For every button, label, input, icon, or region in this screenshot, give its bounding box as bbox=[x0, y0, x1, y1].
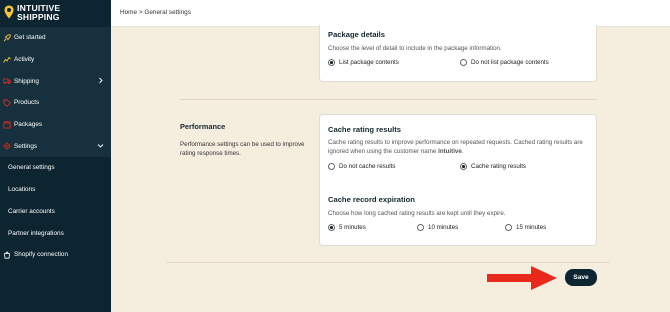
breadcrumb-home-link[interactable]: Home bbox=[120, 9, 137, 16]
radio-button[interactable] bbox=[328, 163, 335, 170]
brand-line2: SHIPPING bbox=[17, 12, 60, 22]
radio-label: List package contents bbox=[339, 59, 399, 66]
sidebar-item-label: Packages bbox=[14, 121, 43, 129]
radio-button[interactable] bbox=[460, 59, 467, 66]
radio-button[interactable] bbox=[505, 224, 512, 231]
breadcrumb-separator: > bbox=[138, 9, 143, 16]
red-arrow-annotation bbox=[487, 266, 557, 290]
cache-expiration-title: Cache record expiration bbox=[328, 195, 415, 204]
chevron-down-icon bbox=[97, 144, 104, 149]
box-icon bbox=[3, 120, 11, 128]
sidebar-item-label: Products bbox=[14, 99, 40, 107]
description-period: . bbox=[461, 148, 464, 155]
radio-label: Cache rating results bbox=[471, 163, 527, 170]
brand-name: INTUITIVE SHIPPING bbox=[17, 4, 60, 22]
sidebar-item-label: Shipping bbox=[14, 77, 39, 85]
sidebar-item-shopify-connection[interactable]: Shopify connection bbox=[0, 243, 111, 266]
chevron-right-icon bbox=[99, 78, 103, 84]
radio-cache-rating-results[interactable]: Cache rating results bbox=[460, 163, 526, 170]
radio-10-minutes[interactable]: 10 minutes bbox=[417, 224, 458, 231]
sidebar-item-label: Partner integrations bbox=[8, 229, 64, 237]
cache-rating-description: Cache rating results to improve performa… bbox=[328, 138, 593, 156]
save-button[interactable]: Save bbox=[565, 269, 597, 286]
sidebar-item-label: Get started bbox=[14, 34, 46, 42]
sidebar-item-activity[interactable]: Activity bbox=[0, 48, 111, 71]
sidebar: INTUITIVE SHIPPING Get started Activity … bbox=[0, 0, 111, 312]
radio-do-not-list-package-contents[interactable]: Do not list package contents bbox=[460, 59, 549, 66]
performance-section-description: Performance settings can be used to impr… bbox=[180, 141, 305, 157]
shopify-icon bbox=[4, 251, 10, 259]
sidebar-nav: Get started Activity Shipping Products P… bbox=[0, 27, 111, 266]
location-pin-icon bbox=[4, 5, 14, 19]
sidebar-item-label: Shopify connection bbox=[14, 251, 69, 259]
customer-name: Intuitive bbox=[438, 148, 462, 155]
cache-expiration-description: Choose how long cached rating results ar… bbox=[328, 210, 506, 217]
tag-icon bbox=[3, 99, 11, 107]
sidebar-item-general-settings[interactable]: General settings bbox=[0, 157, 111, 179]
radio-label: Do not cache results bbox=[339, 163, 396, 170]
cache-settings-card: Cache rating results Cache rating result… bbox=[319, 114, 597, 246]
radio-button[interactable] bbox=[417, 224, 424, 231]
section-divider bbox=[180, 99, 597, 100]
footer-divider bbox=[166, 262, 610, 263]
radio-button[interactable] bbox=[460, 163, 467, 170]
activity-icon bbox=[3, 56, 11, 63]
package-details-description: Choose the level of detail to include in… bbox=[328, 45, 502, 52]
sidebar-item-shipping[interactable]: Shipping bbox=[0, 70, 111, 93]
sidebar-item-carrier-accounts[interactable]: Carrier accounts bbox=[0, 200, 111, 223]
package-details-card: Package details Choose the level of deta… bbox=[319, 25, 597, 82]
radio-label: 15 minutes bbox=[516, 224, 547, 231]
performance-section-title: Performance bbox=[180, 122, 226, 131]
radio-button[interactable] bbox=[328, 59, 335, 66]
sidebar-item-locations[interactable]: Locations bbox=[0, 178, 111, 201]
cache-rating-title: Cache rating results bbox=[328, 125, 402, 134]
radio-do-not-cache-results[interactable]: Do not cache results bbox=[328, 163, 395, 170]
breadcrumb-current: General settings bbox=[144, 9, 191, 16]
top-bar: Home > General settings bbox=[111, 0, 670, 27]
sidebar-item-partner-integrations[interactable]: Partner integrations bbox=[0, 222, 111, 244]
sidebar-item-get-started[interactable]: Get started bbox=[0, 27, 111, 49]
brand-logo[interactable]: INTUITIVE SHIPPING bbox=[4, 4, 104, 26]
breadcrumb: Home > General settings bbox=[120, 9, 191, 16]
radio-15-minutes[interactable]: 15 minutes bbox=[505, 224, 546, 231]
radio-label: 5 minutes bbox=[339, 224, 366, 231]
truck-icon bbox=[3, 78, 11, 85]
package-details-title: Package details bbox=[328, 30, 385, 39]
rocket-icon bbox=[3, 34, 11, 42]
sidebar-item-settings[interactable]: Settings bbox=[0, 135, 111, 158]
sidebar-item-products[interactable]: Products bbox=[0, 92, 111, 114]
sidebar-item-label: Locations bbox=[8, 186, 36, 194]
radio-list-package-contents[interactable]: List package contents bbox=[328, 59, 399, 66]
sidebar-item-packages[interactable]: Packages bbox=[0, 113, 111, 136]
sidebar-item-label: Settings bbox=[14, 142, 38, 150]
radio-label: 10 minutes bbox=[428, 224, 459, 231]
sidebar-item-label: General settings bbox=[8, 164, 55, 172]
radio-label: Do not list package contents bbox=[471, 59, 549, 66]
radio-button[interactable] bbox=[328, 224, 335, 231]
sidebar-item-label: Carrier accounts bbox=[8, 207, 55, 215]
radio-5-minutes[interactable]: 5 minutes bbox=[328, 224, 366, 231]
sidebar-item-label: Activity bbox=[14, 56, 35, 64]
gear-icon bbox=[3, 142, 11, 150]
